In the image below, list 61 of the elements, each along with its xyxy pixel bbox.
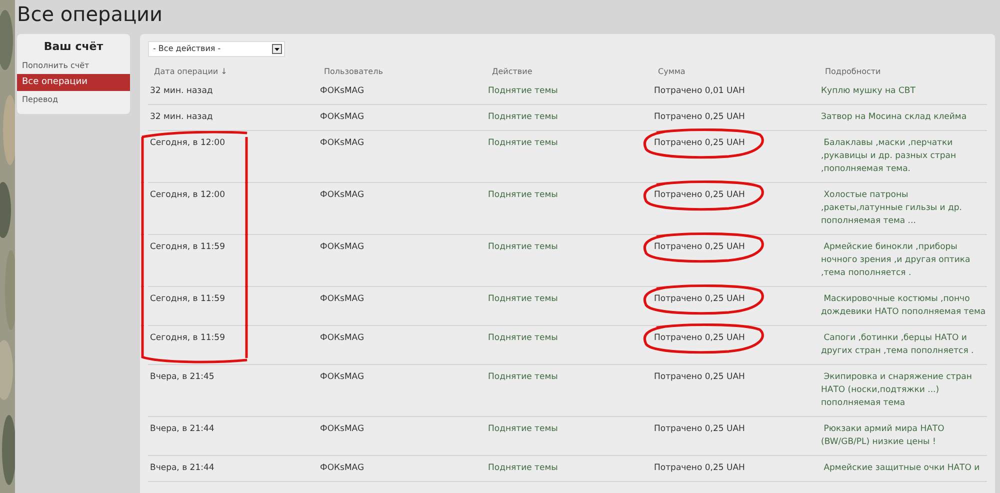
user-cell: ФОКsMAG (320, 86, 364, 96)
action-cell: Поднятие темы (488, 86, 558, 96)
action-cell: Поднятие темы (488, 463, 558, 473)
date-cell: Вчера, в 21:45 (150, 372, 214, 382)
column-header: Действие (492, 67, 532, 76)
filter-dropdown[interactable]: - Все действия - (148, 41, 285, 57)
column-header: Сумма (658, 67, 686, 76)
amount-cell: Потрачено 0,01 UAH (654, 86, 745, 96)
user-cell: ФОКsMAG (320, 190, 364, 200)
action-cell: Поднятие темы (488, 242, 558, 252)
action-cell: Поднятие темы (488, 333, 558, 343)
date-cell: 32 мин. назад (150, 112, 213, 122)
amount-cell: Потрачено 0,25 UAH (654, 424, 745, 434)
details-cell-text: Куплю мушку на СВТ (821, 85, 916, 98)
details-cell-text: Балаклавы ,маски ,перчатки ,рукавицы и др. разных стран ,пополняемая тема. (821, 137, 958, 176)
column-header: Пользователь (324, 67, 383, 76)
date-cell: Сегодня, в 12:00 (150, 190, 225, 200)
date-cell: Сегодня, в 11:59 (150, 294, 225, 304)
user-cell: ФОКsMAG (320, 463, 364, 473)
action-cell: Поднятие темы (488, 294, 558, 304)
user-cell: ФОКsMAG (320, 294, 364, 304)
amount-cell: Потрачено 0,25 UAH (654, 294, 745, 304)
amount-cell: Потрачено 0,25 UAH (654, 138, 745, 148)
user-cell: ФОКsMAG (320, 424, 364, 434)
amount-cell: Потрачено 0,25 UAH (654, 463, 745, 473)
sidebar-item[interactable]: Пополнить счёт (17, 57, 130, 74)
date-cell: 32 мин. назад (150, 86, 213, 96)
sidebar-item[interactable]: Перевод (17, 91, 130, 108)
user-cell: ФОКsMAG (320, 372, 364, 382)
action-cell: Поднятие темы (488, 372, 558, 382)
details-cell-text: Экипировка и снаряжение стран НАТО (носки,подтяжки ...) пополняемая тема (821, 371, 973, 410)
details-cell-text: Сапоги ,ботинки ,берцы НАТО и других стран ,тема пополняется . (821, 332, 975, 358)
details-cell-text: Холостые патроны ,ракеты,латунные гильзы и др. пополняемая тема ... (821, 189, 963, 228)
page-title: Все операции (16, 1, 164, 28)
date-cell: Вчера, в 21:44 (150, 424, 214, 434)
details-cell-text: Армейские защитные очки НАТО и (822, 462, 981, 475)
amount-cell: Потрачено 0,25 UAH (654, 190, 745, 200)
action-cell: Поднятие темы (488, 112, 558, 122)
action-cell: Поднятие темы (488, 424, 558, 434)
amount-cell: Потрачено 0,25 UAH (654, 372, 745, 382)
sidebar-item[interactable]: Все операции (17, 74, 130, 91)
user-cell: ФОКsMAG (320, 242, 364, 252)
details-cell-text: Рюкзаки армий мира НАТО (BW/GB/PL) низкие цены ! (821, 423, 946, 449)
details-cell: Маскировочные костюмы ,пончо дождевики НАТО пополняемая тема (821, 293, 987, 319)
action-cell: Поднятие темы (488, 190, 558, 200)
amount-cell: Потрачено 0,25 UAH (654, 242, 745, 252)
details-cell-text: Армейские бинокли ,приборы ночного зрения ,и другая оптика ,тема пополняется . (821, 241, 972, 280)
date-cell: Сегодня, в 12:00 (150, 138, 225, 148)
amount-cell: Потрачено 0,25 UAH (654, 112, 745, 122)
amount-cell: Потрачено 0,25 UAH (654, 333, 745, 343)
date-cell: Вчера, в 21:44 (150, 463, 214, 473)
user-cell: ФОКsMAG (320, 138, 364, 148)
user-cell: ФОКsMAG (320, 112, 364, 122)
action-cell: Поднятие темы (488, 138, 558, 148)
column-header: Подробности (825, 67, 881, 76)
user-cell: ФОКsMAG (320, 333, 364, 343)
column-header[interactable]: Дата операции ↓ (154, 67, 228, 76)
details-cell-text: Затвор на Мосина склад клейма (821, 111, 968, 124)
date-cell: Сегодня, в 11:59 (150, 242, 225, 252)
sidebar-title: Ваш счёт (42, 39, 104, 55)
date-cell: Сегодня, в 11:59 (150, 333, 225, 343)
